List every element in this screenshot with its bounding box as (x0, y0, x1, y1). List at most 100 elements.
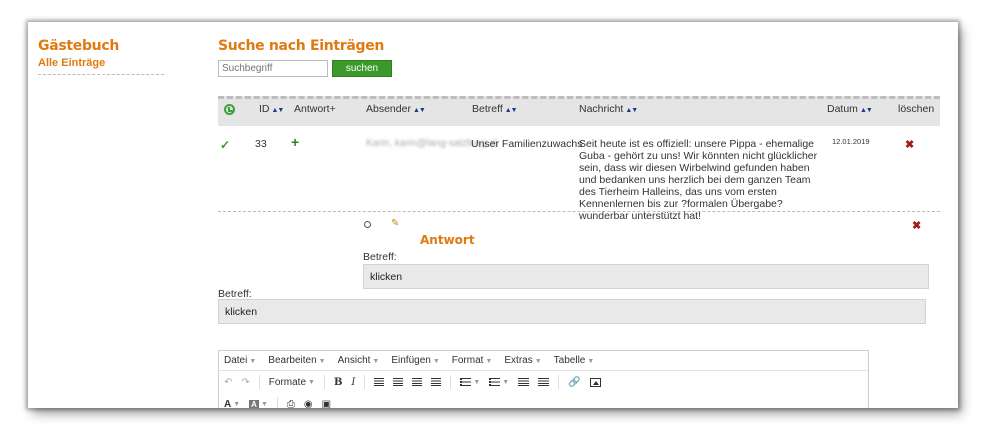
sidebar-title: Gästebuch (38, 38, 120, 54)
bold-icon[interactable]: B (334, 377, 342, 388)
reply-subject-field[interactable]: klicken (363, 264, 929, 289)
all-entries-link[interactable]: Alle Einträge (38, 57, 164, 75)
entry-subject: Unser Familienzuwachs (471, 138, 583, 150)
text-color-icon[interactable]: A ▼ (224, 399, 240, 409)
bullet-list-icon[interactable]: ▼ (460, 378, 480, 386)
delete-entry-icon[interactable]: ✖ (905, 138, 914, 151)
background-color-glyph: A (249, 399, 259, 408)
toolbar-divider (258, 375, 260, 389)
align-justify-lines (431, 378, 442, 386)
header-datum-label: Datum (827, 103, 858, 115)
align-right-icon[interactable] (412, 378, 423, 386)
indent-icon[interactable] (538, 378, 550, 386)
header-loeschen: löschen (898, 103, 935, 115)
image-icon[interactable] (589, 377, 601, 387)
menu-datei-label: Datei (224, 355, 248, 366)
guestbook-admin-window: Gästebuch Alle Einträge Suche nach Eintr… (28, 22, 958, 408)
media-icon[interactable]: ▣ (322, 399, 331, 409)
rich-text-editor: Datei ▼ Bearbeiten ▼ Ansicht ▼ Einfügen ▼ Fo… (218, 350, 869, 408)
chevron-down-icon: ▼ (233, 400, 241, 408)
bullet-list-lines (460, 378, 472, 386)
reply-section: ✎ Antwort ✖ Betreff: klicken Betreff: kl… (218, 214, 940, 408)
radio-icon[interactable] (364, 221, 371, 228)
chevron-down-icon: ▼ (308, 378, 315, 386)
header-nachricht-label: Nachricht (579, 103, 624, 115)
chevron-down-icon: ▼ (485, 358, 493, 365)
approved-check-icon[interactable]: ✓ (220, 138, 230, 152)
chevron-down-icon: ▼ (534, 358, 542, 365)
sort-icon: ▲▼ (412, 107, 426, 114)
toolbar-divider (276, 397, 278, 408)
align-justify-icon[interactable] (431, 378, 442, 386)
header-absender[interactable]: Absender ▲▼ (366, 103, 426, 115)
header-antwort[interactable]: Antwort+ (294, 103, 336, 115)
chevron-down-icon: ▼ (473, 378, 481, 386)
delete-reply-icon[interactable]: ✖ (912, 219, 921, 232)
menu-tabelle-label: Tabelle (553, 355, 586, 366)
status-check-circle-icon (224, 104, 235, 115)
outdent-lines (518, 378, 530, 386)
menu-tabelle[interactable]: Tabelle ▼ (554, 355, 595, 366)
sort-icon: ▲▼ (625, 107, 638, 114)
header-nachricht[interactable]: Nachricht ▲▼ (579, 103, 638, 115)
reply-subject-label: Betreff: (363, 251, 397, 263)
editor-toolbar-1: ↶ ↷ Formate ▼ B I ▼ ▼ 🔗 (219, 371, 868, 393)
formats-dropdown[interactable]: Formate ▼ (269, 377, 315, 388)
pencil-edit-icon[interactable]: ✎ (391, 218, 399, 229)
toolbar-divider (364, 375, 366, 389)
status-header[interactable] (224, 104, 235, 118)
background-color-icon[interactable]: A ▼ (249, 399, 268, 408)
menu-extras-label: Extras (504, 355, 533, 366)
redo-icon[interactable]: ↷ (241, 377, 249, 388)
menu-ansicht-label: Ansicht (337, 355, 371, 366)
reply-title: Antwort (420, 233, 475, 247)
header-datum[interactable]: Datum ▲▼ (827, 103, 873, 115)
chevron-down-icon: ▼ (249, 358, 257, 365)
align-left-icon[interactable] (374, 378, 385, 386)
chevron-down-icon: ▼ (372, 358, 380, 365)
outdent-icon[interactable] (518, 378, 530, 386)
header-id-label: ID (259, 103, 270, 115)
preview-eye-icon[interactable]: ◉ (304, 399, 313, 409)
search-button[interactable]: suchen (332, 60, 392, 77)
toolbar-divider (323, 375, 325, 389)
subject-field[interactable]: klicken (218, 299, 926, 324)
menu-einfuegen-label: Einfügen (391, 355, 431, 366)
chevron-down-icon: ▼ (318, 358, 326, 365)
numbered-list-lines (489, 378, 501, 386)
menu-datei[interactable]: Datei ▼ (224, 355, 256, 366)
search-input[interactable] (218, 60, 328, 77)
link-icon[interactable]: 🔗 (568, 377, 580, 388)
menu-ansicht[interactable]: Ansicht ▼ (338, 355, 380, 366)
add-answer-plus-icon[interactable]: + (291, 134, 299, 150)
header-betreff[interactable]: Betreff ▲▼ (472, 103, 518, 115)
menu-bearbeiten-label: Bearbeiten (268, 355, 317, 366)
editor-toolbar-2: A ▼ A ▼ ⎙ ◉ ▣ (219, 393, 868, 408)
entry-message: Seit heute ist es offiziell: unsere Pipp… (579, 138, 818, 222)
align-center-icon[interactable] (393, 378, 404, 386)
menu-format-label: Format (451, 355, 484, 366)
toolbar-divider (450, 375, 452, 389)
undo-icon[interactable]: ↶ (224, 377, 232, 388)
print-icon[interactable]: ⎙ (287, 399, 295, 409)
toolbar-divider (558, 375, 560, 389)
table-header: ID ▲▼ Antwort+ Absender ▲▼ Betreff ▲▼ Nachr… (218, 96, 940, 126)
menu-format[interactable]: Format ▼ (452, 355, 493, 366)
numbered-list-icon[interactable]: ▼ (489, 378, 509, 386)
menu-einfuegen[interactable]: Einfügen ▼ (391, 355, 439, 366)
align-center-lines (393, 378, 404, 386)
sort-icon: ▲▼ (271, 107, 285, 114)
table-row: ✓ 33 + Karin, karin@lang-salzburg.at Uns… (218, 126, 940, 222)
menu-bearbeiten[interactable]: Bearbeiten ▼ (268, 355, 325, 366)
header-absender-label: Absender (366, 103, 411, 115)
header-id[interactable]: ID ▲▼ (259, 103, 285, 115)
italic-icon[interactable]: I (351, 377, 355, 388)
sort-icon: ▲▼ (859, 107, 873, 114)
header-antwort-label: Antwort+ (294, 103, 336, 115)
chevron-down-icon: ▼ (260, 400, 268, 408)
image-frame (589, 377, 601, 387)
header-betreff-label: Betreff (472, 103, 503, 115)
menu-extras[interactable]: Extras ▼ (504, 355, 541, 366)
editor-menubar: Datei ▼ Bearbeiten ▼ Ansicht ▼ Einfügen ▼ Fo… (219, 351, 868, 371)
entry-date: 12.01.2019 (832, 137, 870, 146)
